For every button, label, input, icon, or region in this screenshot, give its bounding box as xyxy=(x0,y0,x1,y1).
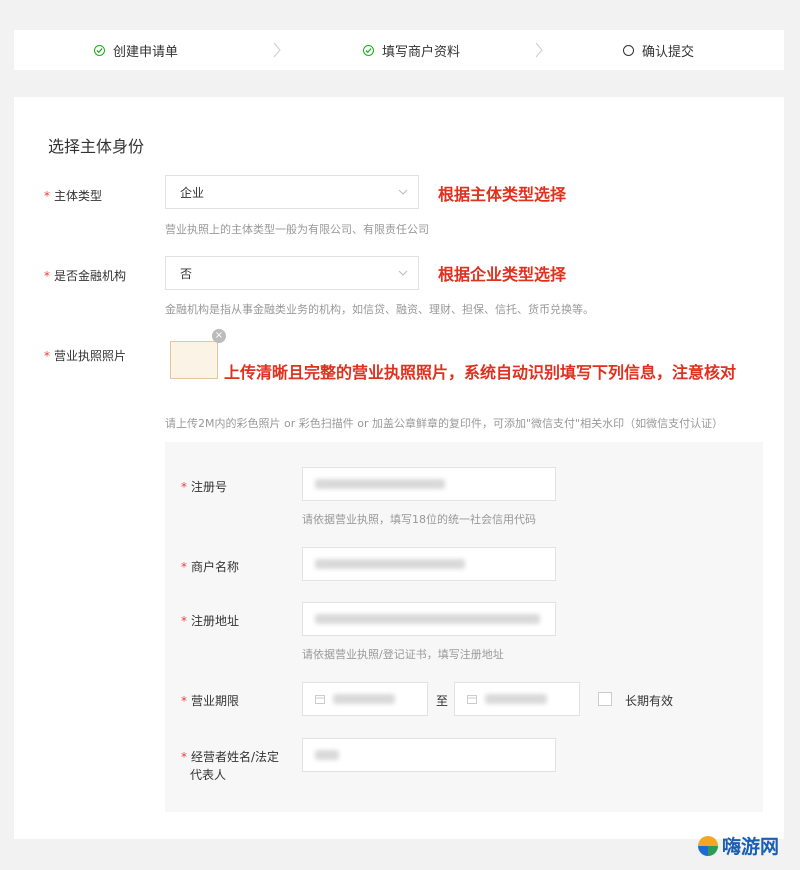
step-label: 创建申请单 xyxy=(113,44,179,60)
period-label: * 营业期限 xyxy=(181,692,239,709)
check-circle-icon xyxy=(94,44,105,56)
financial-select[interactable]: 否 xyxy=(165,256,419,290)
required-mark: * xyxy=(44,269,50,283)
license-photo-label: * 营业执照照片 xyxy=(44,347,126,364)
financial-annotation: 根据企业类型选择 xyxy=(438,265,567,284)
redacted-value xyxy=(315,559,465,569)
chevron-down-icon xyxy=(398,189,408,195)
calendar-icon xyxy=(467,695,477,704)
reg-address-hint: 请依据营业执照/登记证书，填写注册地址 xyxy=(302,648,504,661)
progress-steps: 创建申请单 填写商户资料 确认提交 xyxy=(14,30,784,70)
subject-type-label: * 主体类型 xyxy=(44,187,102,204)
reg-no-input[interactable] xyxy=(302,467,556,501)
required-mark: * xyxy=(44,189,50,203)
period-end-input[interactable] xyxy=(454,682,580,716)
select-value: 否 xyxy=(180,266,193,281)
license-image xyxy=(170,341,218,379)
financial-hint: 金融机构是指从事金融类业务的机构，如信贷、融资、理财、担保、信托、货币兑换等。 xyxy=(165,303,594,316)
subject-type-annotation: 根据主体类型选择 xyxy=(438,185,567,204)
label-text: 经营者姓名/法定 xyxy=(191,750,280,764)
close-icon[interactable]: × xyxy=(212,329,226,343)
license-info-panel: * 注册号 请依据营业执照，填写18位的统一社会信用代码 * 商户名称 * 注册地址 … xyxy=(165,442,763,812)
required-mark: * xyxy=(181,750,187,764)
period-separator: 至 xyxy=(436,694,449,708)
check-circle-icon xyxy=(363,44,374,56)
label-text: 代表人 xyxy=(190,768,227,782)
watermark-text: 嗨游网 xyxy=(722,836,780,858)
redacted-value xyxy=(315,479,445,489)
reg-address-input[interactable] xyxy=(302,602,556,636)
long-term-label: 长期有效 xyxy=(625,694,674,708)
chevron-down-icon xyxy=(398,270,408,276)
required-mark: * xyxy=(181,694,187,708)
merchant-name-label: * 商户名称 xyxy=(181,558,239,575)
redacted-value xyxy=(485,694,547,704)
required-mark: * xyxy=(44,349,50,363)
license-photo-annotation: 上传清晰且完整的营业执照照片，系统自动识别填写下列信息，注意核对 xyxy=(224,363,737,382)
logo-icon xyxy=(698,835,718,856)
reg-no-hint: 请依据营业执照，填写18位的统一社会信用代码 xyxy=(302,513,536,526)
required-mark: * xyxy=(181,560,187,574)
subject-type-select[interactable]: 企业 xyxy=(165,175,419,209)
circle-icon xyxy=(623,44,634,56)
license-photo-thumbnail[interactable]: × xyxy=(166,329,226,387)
step-create: 创建申请单 xyxy=(94,30,178,70)
step-label: 确认提交 xyxy=(642,44,695,60)
step-label: 填写商户资料 xyxy=(382,44,461,60)
merchant-name-input[interactable] xyxy=(302,547,556,581)
step-confirm: 确认提交 xyxy=(623,30,694,70)
redacted-value xyxy=(315,750,339,760)
chevron-right-icon xyxy=(273,42,281,58)
redacted-value xyxy=(315,614,540,624)
license-photo-hint: 请上传2M内的彩色照片 or 彩色扫描件 or 加盖公章鲜章的复印件，可添加"微… xyxy=(165,417,724,430)
watermark: 嗨游网 xyxy=(698,832,779,859)
redacted-value xyxy=(333,694,395,704)
label-text: 商户名称 xyxy=(191,560,240,574)
required-mark: * xyxy=(181,480,187,494)
calendar-icon xyxy=(315,695,325,704)
subject-type-hint: 营业执照上的主体类型一般为有限公司、有限责任公司 xyxy=(165,223,429,236)
period-start-input[interactable] xyxy=(302,682,428,716)
label-text: 营业期限 xyxy=(191,694,240,708)
legal-rep-label: * 经营者姓名/法定 代表人 xyxy=(181,748,279,784)
form-card: 选择主体身份 * 主体类型 企业 根据主体类型选择 营业执照上的主体类型一般为有限… xyxy=(14,97,784,839)
label-text: 主体类型 xyxy=(54,189,103,203)
reg-address-label: * 注册地址 xyxy=(181,612,239,629)
label-text: 注册地址 xyxy=(191,614,240,628)
chevron-right-icon xyxy=(535,42,543,58)
long-term-checkbox[interactable] xyxy=(598,692,612,706)
select-value: 企业 xyxy=(180,185,205,200)
label-text: 注册号 xyxy=(191,480,228,494)
step-fill-info: 填写商户资料 xyxy=(363,30,460,70)
legal-rep-input[interactable] xyxy=(302,738,556,772)
financial-label: * 是否金融机构 xyxy=(44,267,126,284)
label-text: 是否金融机构 xyxy=(54,269,127,283)
reg-no-label: * 注册号 xyxy=(181,478,227,495)
required-mark: * xyxy=(181,614,187,628)
label-text: 营业执照照片 xyxy=(54,349,127,363)
section-title: 选择主体身份 xyxy=(48,137,145,156)
